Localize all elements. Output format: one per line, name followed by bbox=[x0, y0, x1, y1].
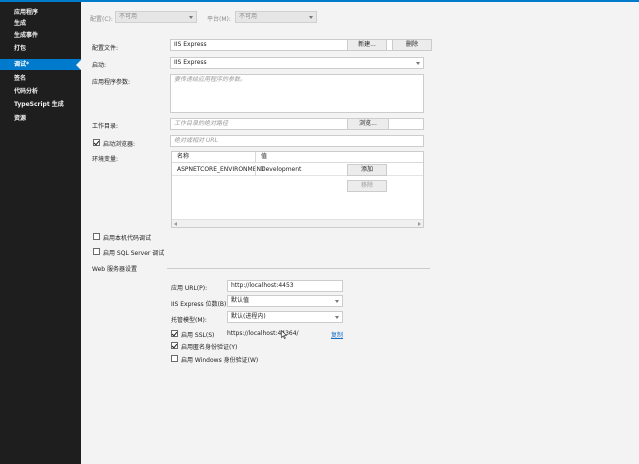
platform-select-value: 不可用 bbox=[239, 13, 258, 20]
hosting-model-select[interactable]: 默认(进程内) bbox=[227, 311, 343, 323]
chevron-down-icon bbox=[335, 316, 339, 319]
ssl-checkbox[interactable] bbox=[171, 330, 178, 337]
app-args-input[interactable]: 要传递给应用程序的参数。 bbox=[170, 74, 424, 113]
launch-select-value: IIS Express bbox=[174, 59, 207, 66]
app-args-placeholder: 要传递给应用程序的参数。 bbox=[174, 76, 247, 83]
config-select-value: 不可用 bbox=[119, 13, 138, 20]
windows-auth-label: 启用 Windows 身份验证(W) bbox=[181, 357, 259, 364]
web-server-section-title: Web 服务器设置 bbox=[92, 266, 137, 273]
sidebar-item-package[interactable]: 打包 bbox=[0, 43, 81, 54]
env-col-value[interactable]: 值 bbox=[258, 152, 267, 162]
sidebar-item-resources[interactable]: 资源 bbox=[0, 113, 81, 124]
app-url-label: 应用 URL(P): bbox=[171, 285, 208, 292]
profile-select-value: IIS Express bbox=[174, 41, 207, 48]
remove-env-button[interactable]: 移除 bbox=[347, 180, 387, 192]
ssl-url: https://localhost:44364/ bbox=[227, 330, 299, 337]
sidebar-item-debug-label: 调试* bbox=[14, 61, 30, 68]
launch-browser-url-placeholder: 绝对或相对 URL bbox=[174, 137, 218, 144]
hosting-model-label: 托管模型(M): bbox=[171, 317, 207, 324]
profile-label: 配置文件: bbox=[92, 45, 119, 52]
working-dir-placeholder: 工作目录的绝对路径 bbox=[174, 120, 229, 127]
app-url-input[interactable]: http://localhost:4453 bbox=[227, 280, 343, 292]
native-debug-checkbox[interactable] bbox=[93, 233, 100, 240]
launch-select[interactable]: IIS Express bbox=[170, 57, 424, 69]
column-divider bbox=[255, 152, 256, 163]
platform-select[interactable]: 不可用 bbox=[235, 11, 317, 23]
env-row-value[interactable]: Development bbox=[258, 165, 301, 175]
sql-debug-label: 启用 SQL Server 调试 bbox=[103, 250, 165, 257]
ssl-label: 启用 SSL(S) bbox=[181, 332, 215, 339]
sidebar-item-application[interactable]: 应用程序 bbox=[0, 7, 81, 18]
app-url-value: http://localhost:4453 bbox=[231, 282, 294, 289]
native-debug-label: 启用本机代码调试 bbox=[103, 235, 152, 242]
sidebar-item-signing[interactable]: 签名 bbox=[0, 73, 81, 84]
launch-browser-label: 启动浏览器: bbox=[103, 141, 136, 148]
column-divider bbox=[255, 165, 256, 176]
bitness-select[interactable]: 默认值 bbox=[227, 295, 343, 307]
windows-auth-checkbox[interactable] bbox=[171, 355, 178, 362]
env-row-name[interactable]: ASPNETCORE_ENVIRONMENT bbox=[174, 165, 265, 175]
chevron-down-icon bbox=[189, 16, 193, 19]
sidebar-item-typescript-build[interactable]: TypeScript 生成 bbox=[0, 99, 81, 110]
sql-debug-checkbox[interactable] bbox=[93, 248, 100, 255]
chevron-down-icon bbox=[335, 300, 339, 303]
bitness-select-value: 默认值 bbox=[231, 297, 250, 304]
platform-label: 平台(M): bbox=[207, 16, 231, 23]
section-divider bbox=[167, 268, 430, 269]
add-env-button[interactable]: 添加 bbox=[347, 164, 387, 176]
chevron-down-icon bbox=[416, 62, 420, 65]
working-dir-label: 工作目录: bbox=[92, 123, 119, 130]
anonymous-auth-checkbox[interactable] bbox=[171, 342, 178, 349]
browse-button[interactable]: 浏览... bbox=[347, 118, 389, 130]
horizontal-scrollbar[interactable] bbox=[172, 219, 423, 227]
env-col-name[interactable]: 名称 bbox=[174, 152, 189, 162]
sidebar-item-build[interactable]: 生成 bbox=[0, 18, 81, 29]
sidebar-item-build-events[interactable]: 生成事件 bbox=[0, 30, 81, 41]
config-select[interactable]: 不可用 bbox=[115, 11, 197, 23]
app-args-label: 应用程序参数: bbox=[92, 79, 131, 86]
sidebar: 应用程序 生成 生成事件 打包 调试* 签名 代码分析 TypeScript 生… bbox=[0, 2, 81, 464]
env-vars-label: 环境变量: bbox=[92, 156, 119, 163]
mouse-cursor-icon bbox=[281, 330, 287, 339]
debug-settings-panel: 配置(C): 不可用 平台(M): 不可用 配置文件: IIS Express … bbox=[81, 2, 639, 464]
sidebar-item-debug[interactable]: 调试* bbox=[0, 59, 81, 70]
delete-profile-button[interactable]: 删除 bbox=[392, 39, 432, 51]
launch-browser-url-input[interactable]: 绝对或相对 URL bbox=[170, 135, 424, 147]
scroll-right-icon[interactable] bbox=[418, 222, 421, 226]
launch-browser-checkbox[interactable] bbox=[93, 139, 100, 146]
anonymous-auth-label: 启用匿名身份验证(Y) bbox=[181, 344, 238, 351]
bitness-label: IIS Express 位数(B): bbox=[171, 301, 229, 308]
env-vars-header: 名称 值 bbox=[172, 152, 423, 163]
config-label: 配置(C): bbox=[90, 16, 113, 23]
sidebar-item-code-analysis[interactable]: 代码分析 bbox=[0, 86, 81, 97]
new-profile-button[interactable]: 新建... bbox=[347, 39, 387, 51]
chevron-down-icon bbox=[309, 16, 313, 19]
copy-ssl-url-link[interactable]: 复制 bbox=[331, 330, 343, 339]
launch-label: 启动: bbox=[92, 62, 107, 69]
hosting-model-select-value: 默认(进程内) bbox=[231, 313, 266, 320]
scroll-left-icon[interactable] bbox=[174, 222, 177, 226]
